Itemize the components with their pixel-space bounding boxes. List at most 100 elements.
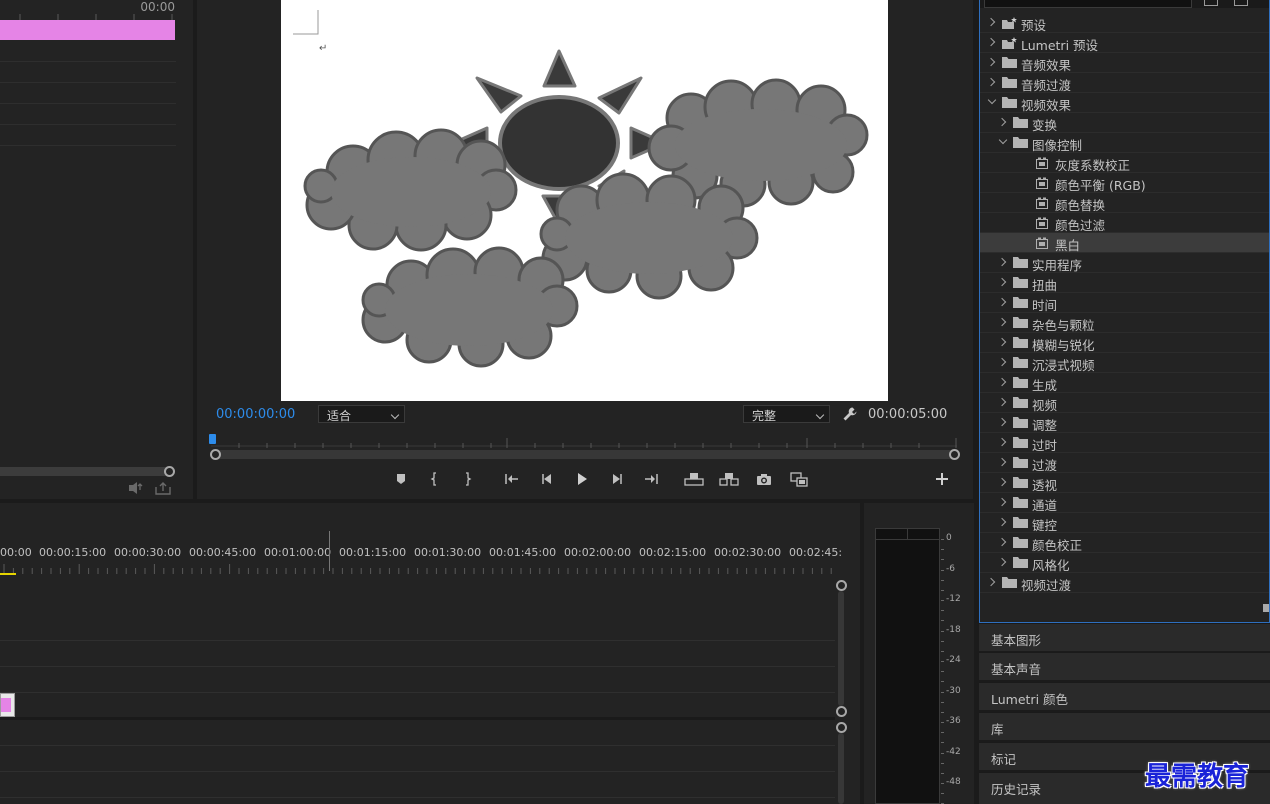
step-back-button[interactable] bbox=[536, 468, 558, 490]
step-forward-button[interactable] bbox=[606, 468, 628, 490]
chevron-right-icon[interactable] bbox=[997, 397, 1007, 407]
effect-folder[interactable]: 风格化 bbox=[980, 553, 1269, 573]
chevron-right-icon[interactable] bbox=[997, 517, 1007, 527]
effect-folder[interactable]: 过渡 bbox=[980, 453, 1269, 473]
source-scroll-handle[interactable] bbox=[164, 466, 175, 477]
effect-folder[interactable]: 音频效果 bbox=[980, 53, 1269, 73]
effect-folder[interactable]: 音频过渡 bbox=[980, 73, 1269, 93]
chevron-right-icon[interactable] bbox=[997, 357, 1007, 367]
wrench-icon[interactable] bbox=[842, 406, 858, 422]
effect-item[interactable]: 颜色过滤 bbox=[980, 213, 1269, 233]
essential-graphics-panel-tab[interactable]: 基本图形 bbox=[979, 623, 1270, 651]
chevron-right-icon[interactable] bbox=[997, 457, 1007, 467]
chevron-right-icon[interactable] bbox=[986, 57, 996, 67]
playhead-marker[interactable] bbox=[209, 434, 216, 444]
effect-folder[interactable]: 视频效果 bbox=[980, 93, 1269, 113]
chevron-right-icon[interactable] bbox=[997, 417, 1007, 427]
audio-insert-icon[interactable] bbox=[127, 481, 145, 495]
chevron-right-icon[interactable] bbox=[997, 297, 1007, 307]
timeline-time-ruler[interactable] bbox=[0, 562, 834, 574]
effect-folder[interactable]: 预设 bbox=[980, 13, 1269, 33]
new-bin-icon[interactable] bbox=[1204, 0, 1218, 6]
zoom-handle-left[interactable] bbox=[210, 449, 221, 460]
zoom-scroll-bar[interactable] bbox=[216, 450, 954, 459]
effect-folder[interactable]: 视频过渡 bbox=[980, 573, 1269, 593]
folder-icon bbox=[1002, 77, 1017, 88]
effect-folder[interactable]: 调整 bbox=[980, 413, 1269, 433]
lift-button[interactable] bbox=[683, 468, 705, 490]
export-frame-button[interactable] bbox=[753, 468, 775, 490]
chevron-right-icon[interactable] bbox=[997, 277, 1007, 287]
chevron-right-icon[interactable] bbox=[997, 377, 1007, 387]
audio-tracks-scrollbar[interactable] bbox=[838, 733, 844, 804]
compare-view-button[interactable] bbox=[788, 468, 810, 490]
scroll-handle[interactable] bbox=[836, 706, 847, 717]
mark-out-button[interactable] bbox=[456, 468, 478, 490]
chevron-right-icon[interactable] bbox=[986, 577, 996, 587]
source-clip-bar[interactable] bbox=[0, 20, 175, 40]
add-marker-button[interactable] bbox=[390, 468, 412, 490]
video-tracks-scrollbar[interactable] bbox=[838, 591, 844, 706]
effect-folder[interactable]: 通道 bbox=[980, 493, 1269, 513]
chevron-right-icon[interactable] bbox=[997, 117, 1007, 127]
effect-item[interactable]: 黑白 bbox=[980, 233, 1269, 253]
effect-folder[interactable]: 时间 bbox=[980, 293, 1269, 313]
playback-resolution-dropdown[interactable]: 完整 bbox=[743, 405, 830, 423]
effect-item[interactable]: 颜色替换 bbox=[980, 193, 1269, 213]
chevron-down-icon[interactable] bbox=[998, 135, 1008, 145]
libraries-panel-tab[interactable]: 库 bbox=[979, 712, 1270, 740]
timeline-clip[interactable] bbox=[0, 693, 15, 717]
chevron-right-icon[interactable] bbox=[986, 17, 996, 27]
effect-folder[interactable]: 杂色与颗粒 bbox=[980, 313, 1269, 333]
go-to-in-button[interactable] bbox=[501, 468, 523, 490]
chevron-right-icon[interactable] bbox=[986, 37, 996, 47]
chevron-right-icon[interactable] bbox=[997, 317, 1007, 327]
source-scrollbar[interactable] bbox=[0, 467, 170, 476]
scroll-handle[interactable] bbox=[836, 580, 847, 591]
video-audio-separator[interactable] bbox=[0, 717, 835, 720]
effect-folder[interactable]: 过时 bbox=[980, 433, 1269, 453]
current-timecode[interactable]: 00:00:00:00 bbox=[216, 407, 295, 422]
effect-folder[interactable]: 键控 bbox=[980, 513, 1269, 533]
chevron-right-icon[interactable] bbox=[997, 497, 1007, 507]
fit-dropdown[interactable]: 适合 bbox=[318, 405, 405, 423]
effect-folder[interactable]: 图像控制 bbox=[980, 133, 1269, 153]
effect-folder[interactable]: 变换 bbox=[980, 113, 1269, 133]
video-preview[interactable]: ↵ bbox=[281, 0, 888, 401]
effect-item[interactable]: 灰度系数校正 bbox=[980, 153, 1269, 173]
effects-search-input[interactable] bbox=[984, 0, 1192, 8]
effect-folder[interactable]: 颜色校正 bbox=[980, 533, 1269, 553]
chevron-right-icon[interactable] bbox=[997, 557, 1007, 567]
effect-folder[interactable]: 透视 bbox=[980, 473, 1269, 493]
chevron-right-icon[interactable] bbox=[997, 257, 1007, 267]
panel-folder-icon[interactable] bbox=[1263, 604, 1269, 612]
effect-item[interactable]: 颜色平衡 (RGB) bbox=[980, 173, 1269, 193]
effect-folder[interactable]: 扭曲 bbox=[980, 273, 1269, 293]
effect-folder[interactable]: 视频 bbox=[980, 393, 1269, 413]
mark-in-button[interactable] bbox=[424, 468, 446, 490]
go-to-out-button[interactable] bbox=[640, 468, 662, 490]
timeline-playhead[interactable] bbox=[329, 531, 330, 571]
chevron-right-icon[interactable] bbox=[997, 437, 1007, 447]
chevron-right-icon[interactable] bbox=[986, 77, 996, 87]
chevron-right-icon[interactable] bbox=[997, 337, 1007, 347]
effect-folder[interactable]: 模糊与锐化 bbox=[980, 333, 1269, 353]
chevron-down-icon[interactable] bbox=[987, 95, 997, 105]
monitor-time-ruler[interactable] bbox=[211, 436, 957, 448]
zoom-handle-right[interactable] bbox=[949, 449, 960, 460]
chevron-right-icon[interactable] bbox=[997, 537, 1007, 547]
effect-folder[interactable]: Lumetri 预设 bbox=[980, 33, 1269, 53]
lumetri-color-panel-tab[interactable]: Lumetri 颜色 bbox=[979, 682, 1270, 710]
play-button[interactable] bbox=[571, 468, 593, 490]
extract-button[interactable] bbox=[718, 468, 740, 490]
effect-folder[interactable]: 生成 bbox=[980, 373, 1269, 393]
export-icon[interactable] bbox=[154, 481, 172, 495]
essential-sound-panel-tab[interactable]: 基本声音 bbox=[979, 652, 1270, 680]
new-preset-icon[interactable] bbox=[1234, 0, 1248, 6]
effect-folder[interactable]: 实用程序 bbox=[980, 253, 1269, 273]
chevron-right-icon[interactable] bbox=[997, 477, 1007, 487]
scroll-handle[interactable] bbox=[836, 722, 847, 733]
add-button-icon[interactable] bbox=[933, 470, 951, 488]
work-area-bar[interactable] bbox=[0, 573, 16, 575]
effect-folder[interactable]: 沉浸式视频 bbox=[980, 353, 1269, 373]
